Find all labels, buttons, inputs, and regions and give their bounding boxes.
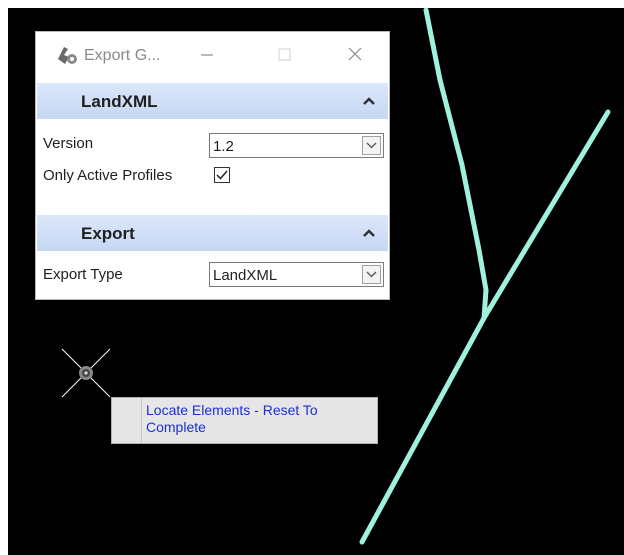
only-active-profiles-checkbox[interactable] bbox=[214, 167, 230, 183]
tooltip-gutter bbox=[112, 398, 142, 443]
collapse-icon[interactable] bbox=[362, 95, 376, 107]
alignment-line-1[interactable] bbox=[423, 8, 489, 321]
export-type-value: LandXML bbox=[213, 267, 278, 284]
collapse-icon[interactable] bbox=[362, 227, 376, 239]
export-geometry-icon bbox=[58, 47, 77, 64]
maximize-button[interactable] bbox=[270, 42, 300, 68]
export-geometry-dialog: Export G... LandXML Version 1.2 Only Act bbox=[35, 31, 390, 300]
maximize-icon bbox=[278, 48, 291, 61]
close-button[interactable] bbox=[340, 42, 370, 68]
section-title-landxml: LandXML bbox=[81, 92, 158, 111]
minimize-icon bbox=[201, 54, 213, 56]
checkmark-icon bbox=[216, 170, 228, 180]
version-label: Version bbox=[43, 135, 94, 152]
chevron-down-icon bbox=[366, 271, 377, 278]
dropdown-button[interactable] bbox=[362, 265, 381, 284]
locate-tooltip: Locate Elements - Reset To Complete bbox=[111, 397, 378, 444]
minimize-button[interactable] bbox=[192, 42, 222, 68]
only-active-profiles-label: Only Active Profiles bbox=[43, 167, 173, 184]
version-value: 1.2 bbox=[213, 138, 234, 155]
section-body-landxml: Version 1.2 Only Active Profiles bbox=[37, 119, 388, 209]
chevron-down-icon bbox=[366, 142, 377, 149]
export-type-dropdown[interactable]: LandXML bbox=[209, 262, 384, 287]
section-header-export[interactable]: Export bbox=[37, 215, 388, 251]
version-dropdown[interactable]: 1.2 bbox=[209, 133, 384, 158]
export-type-label: Export Type bbox=[43, 266, 123, 283]
dialog-title: Export G... bbox=[84, 47, 161, 64]
tooltip-message: Locate Elements - Reset To Complete bbox=[146, 402, 318, 435]
section-header-landxml[interactable]: LandXML bbox=[37, 83, 388, 119]
title-bar[interactable]: Export G... bbox=[36, 32, 389, 82]
close-icon bbox=[348, 47, 362, 61]
locate-cursor-icon bbox=[61, 348, 111, 398]
alignment-line-2[interactable] bbox=[359, 109, 611, 545]
section-title-export: Export bbox=[81, 224, 135, 243]
dropdown-button[interactable] bbox=[362, 136, 381, 155]
section-body-export: Export Type LandXML bbox=[37, 251, 388, 299]
